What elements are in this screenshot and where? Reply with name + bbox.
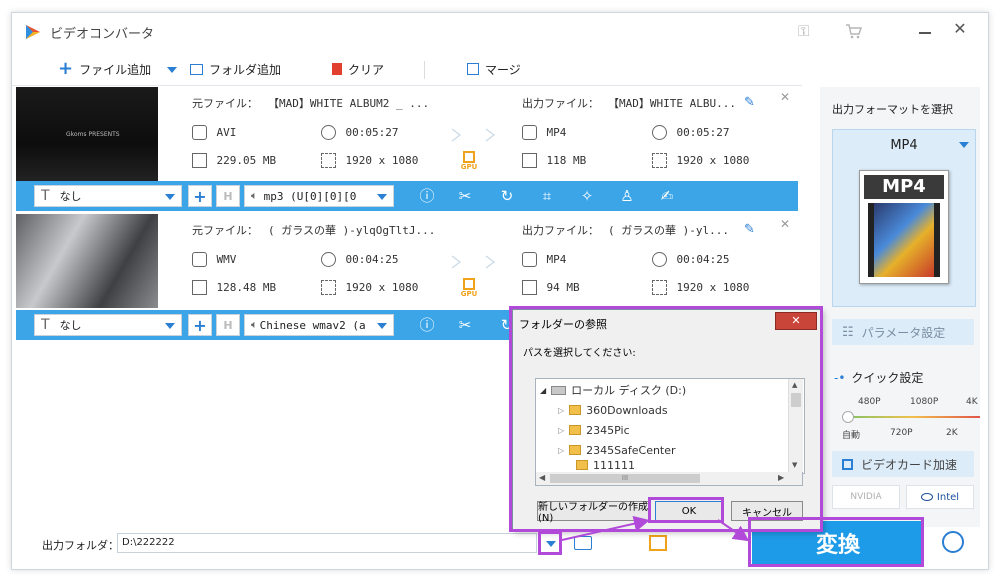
annotation-arrows xyxy=(561,515,750,542)
annotation-arrow-to-convert xyxy=(717,519,750,542)
annotation-arrow-to-ok xyxy=(561,515,650,541)
